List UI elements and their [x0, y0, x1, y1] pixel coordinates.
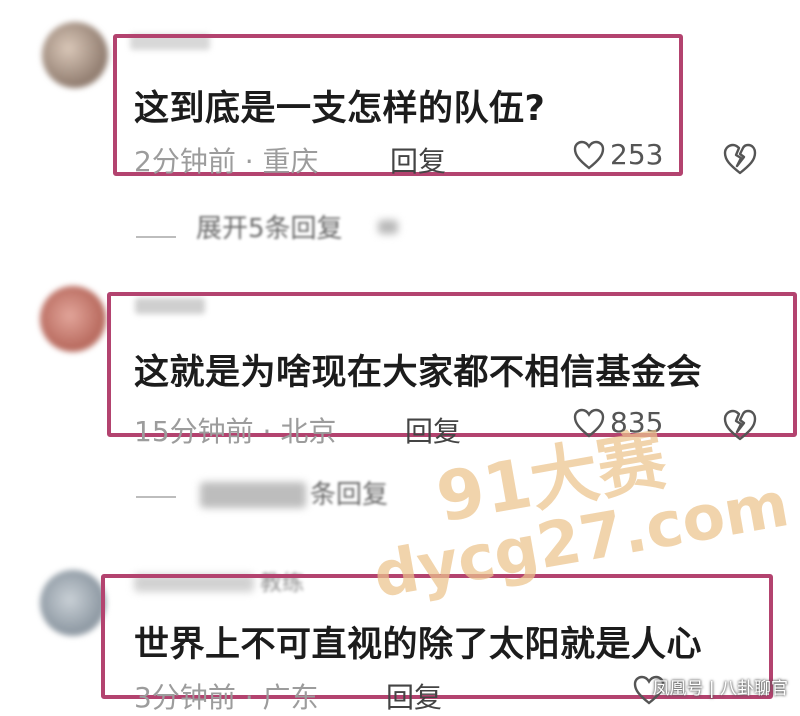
expand-chevron-icon[interactable]	[378, 220, 398, 234]
comment-meta: 15分钟前 · 北京	[134, 410, 336, 450]
comment-time: 2分钟前	[134, 145, 236, 178]
footer-brand: 凤凰号 | 八卦聊官	[652, 679, 788, 699]
expand-divider	[136, 496, 176, 498]
blurred-reply-preview	[200, 482, 306, 508]
expand-divider	[136, 236, 176, 238]
broken-heart-icon	[722, 408, 758, 442]
avatar[interactable]	[40, 570, 106, 636]
dislike-button[interactable]	[722, 142, 758, 176]
comment-time: 15分钟前	[134, 415, 254, 448]
comment-text: 这就是为啥现在大家都不相信基金会	[134, 353, 703, 393]
like-button[interactable]: 253	[572, 138, 663, 171]
heart-icon	[572, 139, 606, 171]
comment-location: 北京	[280, 415, 337, 448]
reply-button[interactable]: 回复	[390, 140, 446, 180]
like-count: 253	[610, 138, 664, 171]
reply-button[interactable]: 回复	[386, 676, 442, 716]
comment-text: 这到底是一支怎样的队伍?	[134, 89, 546, 129]
expand-replies-link[interactable]: 条回复	[310, 474, 388, 511]
expand-replies-link[interactable]: 展开5条回复	[196, 208, 343, 245]
comment-meta: 3分钟前 · 广东	[134, 676, 319, 716]
comment-text: 世界上不可直视的除了太阳就是人心	[134, 625, 703, 665]
meta-separator: ·	[244, 681, 263, 714]
meta-separator: ·	[244, 145, 263, 178]
comment-time: 3分钟前	[134, 681, 236, 714]
comment-location: 广东	[262, 681, 319, 714]
avatar[interactable]	[40, 286, 106, 352]
dislike-button[interactable]	[722, 408, 758, 442]
comment-location: 重庆	[262, 145, 319, 178]
meta-separator: ·	[262, 415, 281, 448]
broken-heart-icon	[722, 142, 758, 176]
avatar[interactable]	[42, 22, 108, 88]
comment-meta: 2分钟前 · 重庆	[134, 140, 319, 180]
